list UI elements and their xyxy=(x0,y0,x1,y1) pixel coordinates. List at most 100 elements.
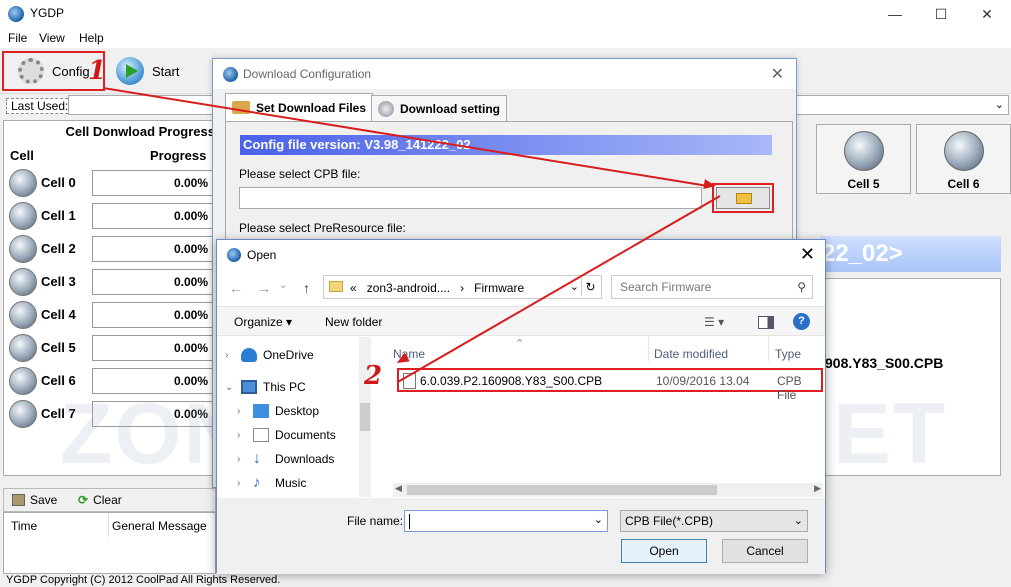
nav-item-documents[interactable]: › Documents xyxy=(237,424,336,446)
col-divider xyxy=(648,337,649,361)
cancel-button[interactable]: Cancel xyxy=(722,539,808,563)
scroll-thumb[interactable] xyxy=(407,485,717,495)
start-label: Start xyxy=(152,63,180,79)
cell-row: Cell 0 0.00% xyxy=(7,168,217,198)
nav-item-downloads[interactable]: › ↓ Downloads xyxy=(237,448,334,470)
up-icon[interactable]: ↑ xyxy=(303,280,310,296)
view-options-icon[interactable]: ☰ ▾ xyxy=(704,315,724,329)
globe-icon xyxy=(9,367,37,395)
chevron-down-icon: ⌄ xyxy=(793,515,803,527)
dialog-title: Download Configuration xyxy=(243,67,372,81)
expand-icon[interactable]: › xyxy=(225,350,241,361)
horizontal-scrollbar[interactable]: ◀ ▶ xyxy=(393,483,823,497)
main-titlebar: YGDP — ☐ ✕ xyxy=(0,0,1011,28)
cpb-file-input[interactable] xyxy=(239,187,702,209)
cell-name: Cell 0 xyxy=(41,175,76,190)
expand-icon[interactable]: › xyxy=(237,454,253,465)
organize-button[interactable]: Organize ▾ xyxy=(234,315,292,329)
gear-icon xyxy=(18,58,44,84)
right-file-name: 908.Y83_S00.CPB xyxy=(825,355,944,371)
menu-view[interactable]: View xyxy=(39,31,65,45)
maximize-icon[interactable]: ☐ xyxy=(918,0,964,28)
cell-progress: 0.00% xyxy=(92,170,217,196)
col-type[interactable]: Type xyxy=(775,347,801,361)
address-folder1[interactable]: zon3-android.... xyxy=(367,281,450,295)
menu-help[interactable]: Help xyxy=(79,31,104,45)
tab-download-setting[interactable]: Download setting xyxy=(371,95,507,121)
close-icon[interactable]: ✕ xyxy=(800,244,815,265)
close-icon[interactable]: ✕ xyxy=(964,0,1010,28)
open-button[interactable]: Open xyxy=(621,539,707,563)
refresh-icon[interactable]: ↻ xyxy=(581,278,599,296)
big-cell-6[interactable]: Cell 6 xyxy=(916,124,1011,194)
nav-item-onedrive[interactable]: › OneDrive xyxy=(225,344,314,366)
save-icon xyxy=(12,494,25,506)
expand-icon[interactable]: ⌄ xyxy=(225,382,241,393)
nav-item-this-pc[interactable]: ⌄ This PC xyxy=(225,376,306,398)
cell-name: Cell 1 xyxy=(41,208,76,223)
file-list: Name ⌃ Date modified Type xyxy=(393,337,825,497)
file-name: 6.0.039.P2.160908.Y83_S00.CPB xyxy=(420,374,603,388)
nav-label: This PC xyxy=(263,380,306,394)
expand-icon[interactable]: › xyxy=(237,406,253,417)
log-toolbar: Save ⟳ Clear xyxy=(3,488,216,512)
menu-file[interactable]: File xyxy=(8,31,27,45)
sort-up-icon: ⌃ xyxy=(515,338,525,350)
search-icon: ⚲ xyxy=(797,280,806,294)
status-bar: YGDP Copyright (C) 2012 CoolPad All Righ… xyxy=(6,574,281,586)
menubar: File View Help xyxy=(0,28,1011,48)
highlight-box xyxy=(712,183,774,213)
preresource-label: Please select PreResource file: xyxy=(239,221,406,235)
cell-name: Cell 3 xyxy=(41,274,76,289)
close-icon[interactable]: ✕ xyxy=(771,64,784,84)
address-sep: › xyxy=(460,281,465,295)
scroll-right-icon[interactable]: ▶ xyxy=(814,483,821,494)
search-input[interactable]: Search Firmware ⚲ xyxy=(611,275,813,299)
scroll-thumb[interactable] xyxy=(360,403,370,431)
documents-icon xyxy=(253,428,269,442)
forward-icon[interactable]: → xyxy=(257,280,271,296)
globe-icon xyxy=(9,169,37,197)
col-date-modified[interactable]: Date modified xyxy=(654,347,728,361)
scroll-left-icon[interactable]: ◀ xyxy=(395,483,402,494)
chevron-down-icon[interactable]: ⌄ xyxy=(594,513,603,526)
log-table: Time General Message xyxy=(3,512,216,574)
globe-icon xyxy=(843,131,884,171)
globe-icon xyxy=(9,334,37,362)
text-cursor xyxy=(409,514,410,529)
address-folder2[interactable]: Firmware xyxy=(474,281,524,295)
file-name-label: File name: xyxy=(347,514,404,528)
minimize-icon[interactable]: — xyxy=(872,0,918,28)
big-cell-5[interactable]: Cell 5 xyxy=(816,124,911,194)
config-label: Config xyxy=(52,63,90,79)
back-icon[interactable]: ← xyxy=(229,280,243,296)
step-number-1: 1 xyxy=(88,56,107,86)
file-row[interactable]: 6.0.039.P2.160908.Y83_S00.CPB 10/09/2016… xyxy=(397,368,823,402)
globe-icon xyxy=(9,235,37,263)
search-placeholder: Search Firmware xyxy=(620,280,712,294)
clear-button[interactable]: ⟳ Clear xyxy=(78,493,122,507)
file-type-select[interactable]: CPB File(*.CPB) ⌄ xyxy=(620,510,808,532)
expand-icon[interactable]: › xyxy=(237,478,253,489)
clear-label: Clear xyxy=(93,493,122,507)
open-bottom: File name: ⌄ CPB File(*.CPB) ⌄ Open Canc… xyxy=(217,498,825,574)
col-cell: Cell xyxy=(10,148,34,163)
tab-set-download-files[interactable]: Set Download Files xyxy=(225,93,374,121)
expand-icon[interactable]: › xyxy=(237,430,253,441)
file-name-input[interactable]: ⌄ xyxy=(404,510,608,532)
nav-item-music[interactable]: › ♪ Music xyxy=(237,472,306,494)
nav-label: Documents xyxy=(275,428,336,442)
start-button[interactable]: Start xyxy=(112,51,202,91)
version-strip-right: 22_02> xyxy=(820,236,1001,272)
big-cells: Cell 5 Cell 6 xyxy=(808,124,1011,196)
cell-progress: 0.00% xyxy=(92,302,217,328)
arrowhead-icon xyxy=(703,179,717,191)
recent-chevron-icon[interactable]: ⌄ xyxy=(279,280,287,291)
help-icon[interactable]: ? xyxy=(793,313,810,330)
cell-progress: 0.00% xyxy=(92,269,217,295)
nav-item-desktop[interactable]: › Desktop xyxy=(237,400,319,422)
nav-label: OneDrive xyxy=(263,348,314,362)
new-folder-button[interactable]: New folder xyxy=(325,315,382,329)
preview-pane-icon[interactable] xyxy=(758,316,774,329)
save-button[interactable]: Save xyxy=(12,493,57,507)
